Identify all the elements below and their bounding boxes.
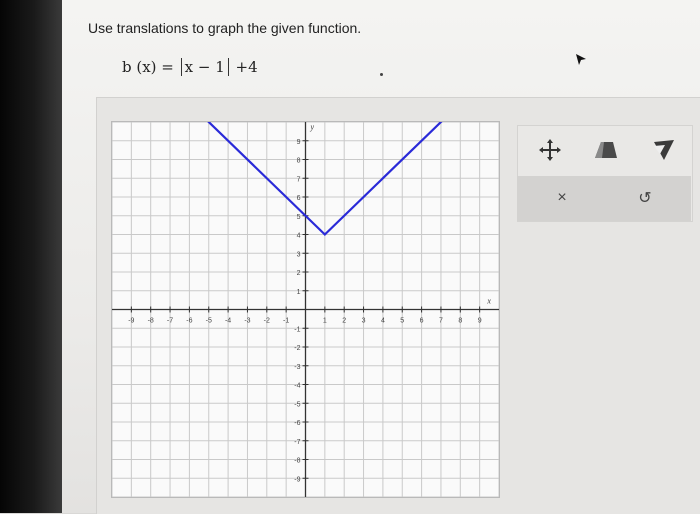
x-tick-label: 4 <box>381 318 385 325</box>
x-tick-label: 6 <box>420 318 424 325</box>
formula-abs: x − 1 <box>180 58 229 76</box>
y-tick-label: 6 <box>297 195 301 202</box>
y-tick-label: -2 <box>294 345 300 352</box>
clear-button[interactable]: × <box>540 184 584 212</box>
x-tick-label: 7 <box>439 318 443 325</box>
y-tick-label: -7 <box>294 439 300 446</box>
screen-edge <box>0 0 62 513</box>
x-axis-label: x <box>486 297 491 306</box>
y-tick-label: 4 <box>297 233 301 240</box>
x-tick-label: -1 <box>283 318 289 325</box>
shape-tool[interactable] <box>588 134 624 166</box>
coordinate-plane[interactable]: -9 -8 -7 -6 -5 -4 -3 -2 -1 1 2 3 4 5 6 7 8 9 9 8 7 6 5 4 3 2 1 -1 -2… <box>112 122 499 497</box>
graph-type-icon <box>654 140 674 160</box>
question-text: Use translations to graph the given func… <box>88 20 362 36</box>
x-tick-label: 9 <box>478 318 482 325</box>
x-tick-label: -5 <box>206 318 212 325</box>
formula-lhs: b (x) = <box>122 58 174 76</box>
y-tick-label: 9 <box>297 139 301 146</box>
x-tick-label: 8 <box>458 318 462 325</box>
x-tick-label: 2 <box>342 318 346 325</box>
x-tick-label: -8 <box>148 318 154 325</box>
y-tick-label: -6 <box>294 420 300 427</box>
y-tick-label: 5 <box>297 214 301 221</box>
x-tick-label: -2 <box>264 318 270 325</box>
x-tick-label: 3 <box>362 318 366 325</box>
y-tick-label: 1 <box>297 289 301 296</box>
y-tick-label: -4 <box>294 383 300 390</box>
stray-dot <box>380 73 383 76</box>
x-tick-label: -3 <box>244 318 250 325</box>
y-tick-label: -9 <box>294 476 300 483</box>
graph-type-tool[interactable] <box>646 134 682 166</box>
y-tick-label: -1 <box>294 326 300 333</box>
y-tick-label: 3 <box>297 251 301 258</box>
graph-canvas[interactable]: -9 -8 -7 -6 -5 -4 -3 -2 -1 1 2 3 4 5 6 7 8 9 9 8 7 6 5 4 3 2 1 -1 -2… <box>111 121 500 498</box>
x-tick-label: -6 <box>186 318 192 325</box>
y-tick-label: 2 <box>297 270 301 277</box>
y-tick-label: 7 <box>297 176 301 183</box>
x-tick-label: 5 <box>400 318 404 325</box>
function-formula: b (x) = x − 1 +4 <box>122 58 258 76</box>
x-tick-label: -4 <box>225 318 231 325</box>
y-tick-label: -5 <box>294 401 300 408</box>
x-tick-label: -9 <box>128 318 134 325</box>
y-tick-label: -3 <box>294 364 300 371</box>
y-tick-label: -8 <box>294 458 300 465</box>
x-tick-label: -7 <box>167 318 173 325</box>
shape-icon <box>595 142 617 158</box>
undo-button[interactable]: ↺ <box>630 184 660 212</box>
y-tick-label: 8 <box>297 158 301 165</box>
move-arrows-icon <box>539 139 561 161</box>
mouse-cursor-icon <box>576 54 586 65</box>
y-axis-label: y <box>310 123 315 132</box>
x-tick-label: 1 <box>323 318 327 325</box>
formula-rhs: +4 <box>235 58 258 76</box>
move-tool[interactable] <box>532 134 568 166</box>
